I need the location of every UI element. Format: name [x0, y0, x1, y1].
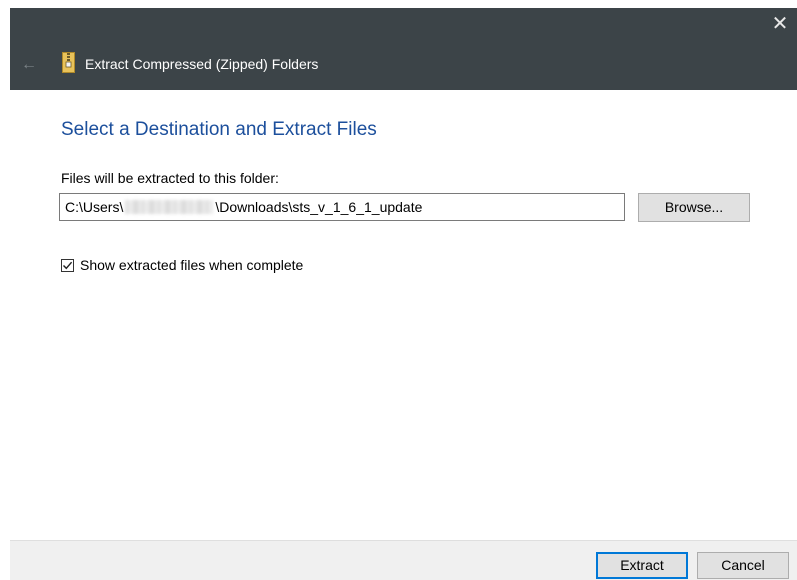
destination-folder-label: Files will be extracted to this folder:: [61, 170, 279, 186]
show-files-checkbox[interactable]: [61, 258, 74, 272]
path-suffix: \Downloads\sts_v_1_6_1_update: [215, 199, 423, 215]
window-title: Extract Compressed (Zipped) Folders: [85, 56, 319, 72]
back-arrow-icon[interactable]: ←: [18, 54, 40, 76]
extract-button[interactable]: Extract: [596, 552, 688, 579]
title-bar: ✕ ← Extract Compressed (Zipped) Folders: [10, 8, 797, 90]
show-files-label: Show extracted files when complete: [80, 257, 304, 273]
destination-path-input[interactable]: C:\Users\ \Downloads\sts_v_1_6_1_update: [59, 193, 625, 221]
checkmark-icon: [63, 261, 73, 269]
path-prefix: C:\Users\: [65, 199, 124, 215]
show-files-option[interactable]: Show extracted files when complete: [61, 256, 303, 274]
browse-button[interactable]: Browse...: [638, 193, 750, 222]
zip-folder-icon: [62, 52, 75, 73]
extract-dialog: ✕ ← Extract Compressed (Zipped) Folders …: [0, 0, 797, 580]
close-icon[interactable]: ✕: [763, 8, 797, 40]
page-title: Select a Destination and Extract Files: [61, 119, 377, 140]
cancel-button[interactable]: Cancel: [697, 552, 789, 579]
redacted-username: [125, 200, 214, 214]
